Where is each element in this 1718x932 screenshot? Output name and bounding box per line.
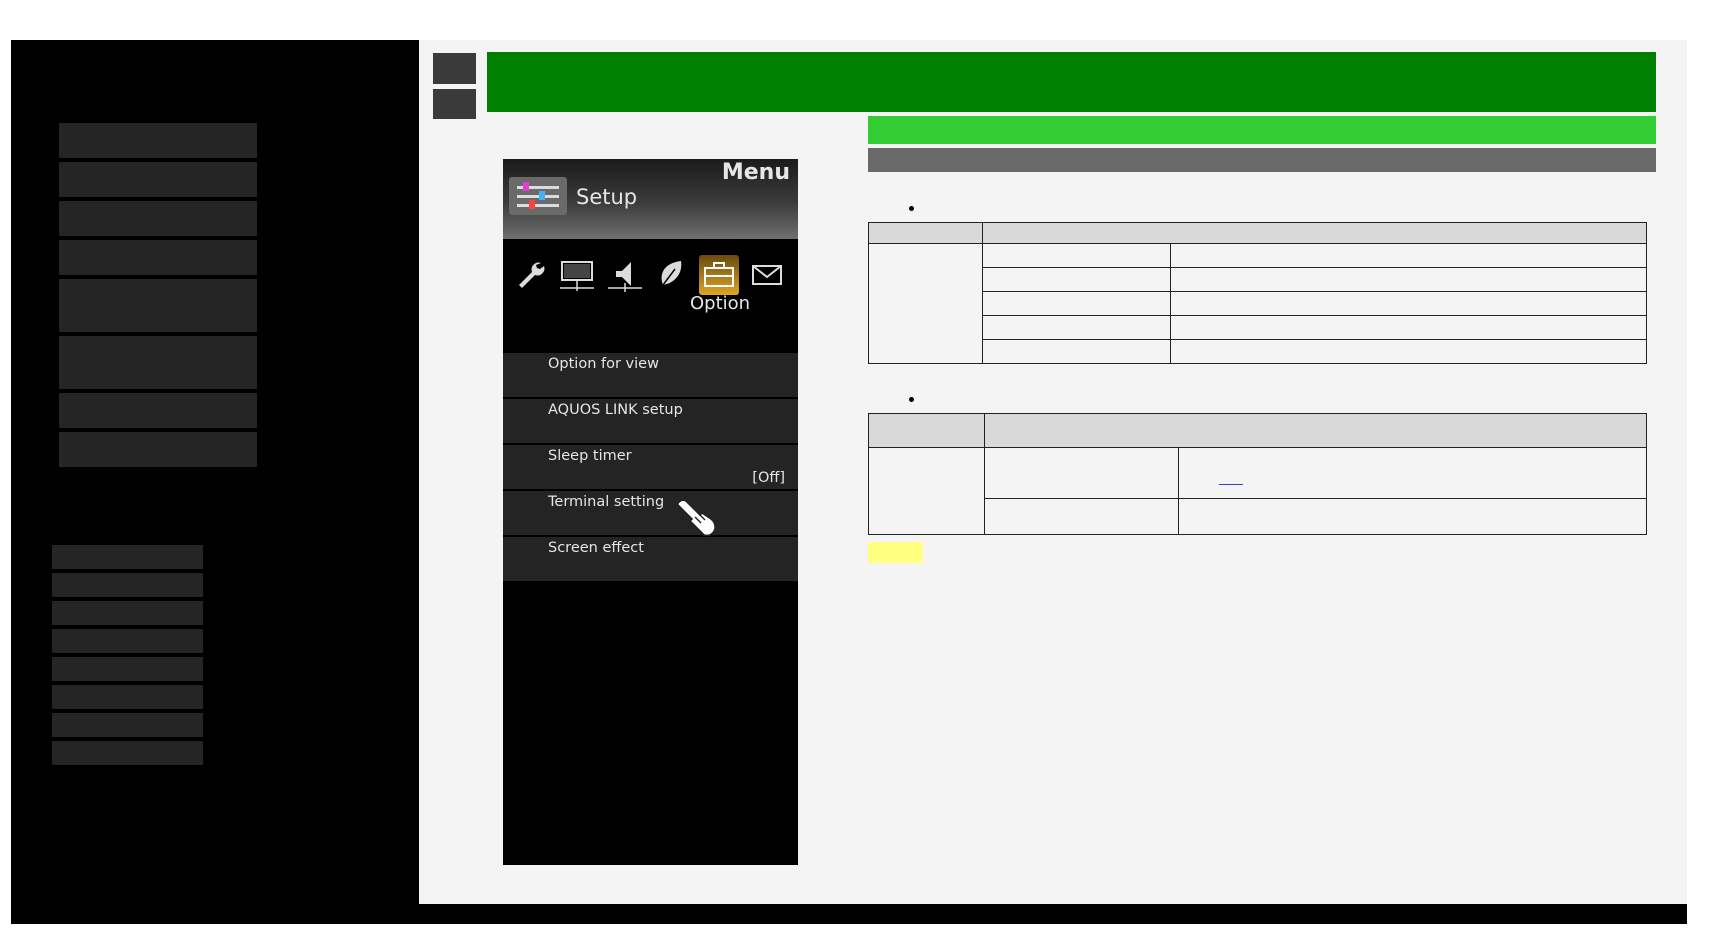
bullet-2 [909,397,914,402]
note-highlight [868,542,923,563]
menu-item-option-for-view[interactable]: Option for view [503,353,798,397]
page-title-bar [487,52,1656,112]
settings-table-2 [868,413,1647,535]
settings-table-1 [868,222,1647,364]
toolbox-icon[interactable] [699,255,739,295]
nav-button-8[interactable] [59,432,257,467]
menu-item-label: Sleep timer [548,448,632,464]
sub-nav-button-4[interactable] [52,629,203,653]
hand-cursor-icon [676,499,716,537]
section-title-bar [868,116,1656,144]
table1-header-col2 [982,222,1647,244]
table-cell [982,315,1171,340]
tv-menu-header: Menu Setup [503,159,798,239]
nav-button-2[interactable] [59,162,257,197]
setup-sliders-icon [509,177,567,215]
table1-header-col1 [868,222,983,244]
table-cell [1170,339,1647,364]
sub-nav-button-6[interactable] [52,685,203,709]
bottom-bar [419,904,1687,924]
nav-button-1[interactable] [59,123,257,158]
reference-link[interactable] [1219,483,1243,485]
sub-nav-button-2[interactable] [52,573,203,597]
sub-nav-button-3[interactable] [52,601,203,625]
nav-button-5[interactable] [59,279,257,332]
sub-nav-button-1[interactable] [52,545,203,569]
leaf-icon[interactable] [651,255,691,295]
monitor-icon[interactable] [557,255,597,295]
table-cell [982,243,1171,268]
table-cell [1178,447,1647,499]
vertical-scrollbar[interactable] [1687,40,1714,904]
square-button-top[interactable] [433,53,476,84]
nav-button-6[interactable] [59,336,257,389]
nav-button-4[interactable] [59,240,257,275]
envelope-icon[interactable] [747,255,787,295]
table-cell [1170,315,1647,340]
tv-menu-screenshot: Menu Setup Option Option for view AQUOS … [503,159,798,865]
menu-title: Menu [721,160,790,185]
sub-nav-button-7[interactable] [52,713,203,737]
nav-button-7[interactable] [59,393,257,428]
menu-item-label: Option for view [548,356,659,372]
menu-item-value: [Off] [752,470,785,486]
table-cell [984,498,1179,535]
table-cell [984,447,1179,499]
table-cell [982,291,1171,316]
table-cell [1170,291,1647,316]
table2-header-col2 [984,413,1647,448]
sub-nav-button-5[interactable] [52,657,203,681]
menu-item-label: Screen effect [548,540,644,556]
table-cell [982,339,1171,364]
square-button-bottom[interactable] [433,89,476,119]
menu-item-terminal-setting[interactable]: Terminal setting [503,491,798,535]
bullet-1 [909,206,914,211]
menu-item-screen-effect[interactable]: Screen effect [503,537,798,581]
menu-item-label: AQUOS LINK setup [548,402,683,418]
active-tab-label: Option [690,293,751,314]
subsection-title-bar [868,148,1656,172]
menu-item-aquos-link-setup[interactable]: AQUOS LINK setup [503,399,798,443]
left-nav-panel [11,40,419,924]
setup-label: Setup [576,185,638,209]
nav-button-3[interactable] [59,201,257,236]
menu-item-label: Terminal setting [548,494,665,510]
table-cell [982,267,1171,292]
table2-header-col1 [868,413,985,448]
sub-nav-button-8[interactable] [52,741,203,765]
table-cell [1170,243,1647,268]
table-cell [1178,498,1647,535]
menu-item-sleep-timer[interactable]: Sleep timer [Off] [503,445,798,489]
wrench-icon[interactable] [511,255,551,295]
speaker-icon[interactable] [605,255,645,295]
main-content: Menu Setup Option Option for view AQUOS … [419,40,1687,904]
table1-group-cell [868,243,983,364]
table2-group-cell [868,447,985,535]
table-cell [1170,267,1647,292]
